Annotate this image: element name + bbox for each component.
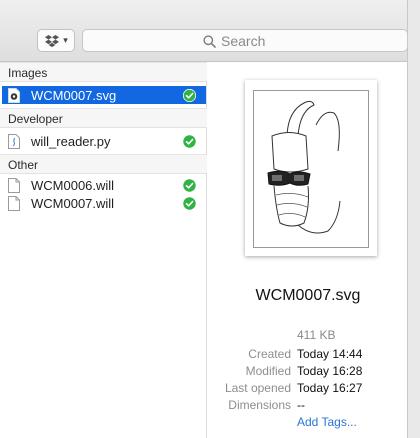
meta-modified-value: Today 16:28 <box>297 364 363 378</box>
dropbox-icon <box>45 34 60 47</box>
meta-dimensions-label: Dimensions <box>228 398 291 412</box>
search-placeholder: Search <box>221 33 266 49</box>
list-item-label: WCM0006.will <box>31 177 115 193</box>
meta-last-opened-value: Today 16:27 <box>297 381 363 395</box>
meta-dimensions-value: -- <box>297 398 305 412</box>
meta-created-value: Today 14:44 <box>297 347 363 361</box>
search-input[interactable]: Search <box>82 29 407 52</box>
group-header-images: Images <box>0 62 207 82</box>
list-item-label: will_reader.py <box>31 133 111 149</box>
sketch-illustration <box>267 100 341 234</box>
file-list: Images WCM0007.svg Developer will_reader… <box>0 62 207 438</box>
list-item-wcm0007-svg[interactable]: WCM0007.svg <box>2 86 206 104</box>
synced-check-icon <box>183 178 196 192</box>
list-item-label: WCM0007.svg <box>31 87 117 103</box>
dropbox-menu-button[interactable]: ▾ <box>37 29 75 52</box>
search-icon <box>203 34 216 48</box>
thumbnail-drawing <box>253 90 369 248</box>
group-header-other: Other <box>0 154 207 174</box>
background-window-strip <box>408 0 420 438</box>
synced-check-icon <box>183 196 196 210</box>
list-item-wcm0006-will[interactable]: WCM0006.will <box>2 176 206 194</box>
meta-created-label: Created <box>248 347 291 361</box>
document-icon <box>8 195 20 211</box>
chevron-down-icon: ▾ <box>63 35 68 45</box>
toolbar: ▾ Search <box>0 0 407 62</box>
list-item-wcm0007-will[interactable]: WCM0007.will <box>2 194 206 212</box>
meta-modified-label: Modified <box>245 364 291 378</box>
preview-pane: WCM0007.svg 411 KB Created Today 14:44 M… <box>208 62 407 438</box>
svg-file-icon <box>8 87 20 103</box>
synced-check-icon <box>183 134 196 148</box>
file-size: 411 KB <box>297 328 336 342</box>
python-file-icon <box>8 133 20 149</box>
file-thumbnail[interactable] <box>245 80 377 256</box>
group-header-developer: Developer <box>0 108 207 128</box>
background-window-fragment <box>408 146 420 160</box>
list-item-will-reader-py[interactable]: will_reader.py <box>2 132 206 150</box>
finder-window: ▾ Search Images WCM0007.svg Developer wi… <box>0 0 408 438</box>
document-icon <box>8 177 20 193</box>
preview-file-name: WCM0007.svg <box>255 287 361 304</box>
add-tags-link[interactable]: Add Tags... <box>297 415 357 429</box>
meta-last-opened-label: Last opened <box>224 381 291 395</box>
synced-check-icon <box>183 88 196 102</box>
list-item-label: WCM0007.will <box>31 195 115 211</box>
